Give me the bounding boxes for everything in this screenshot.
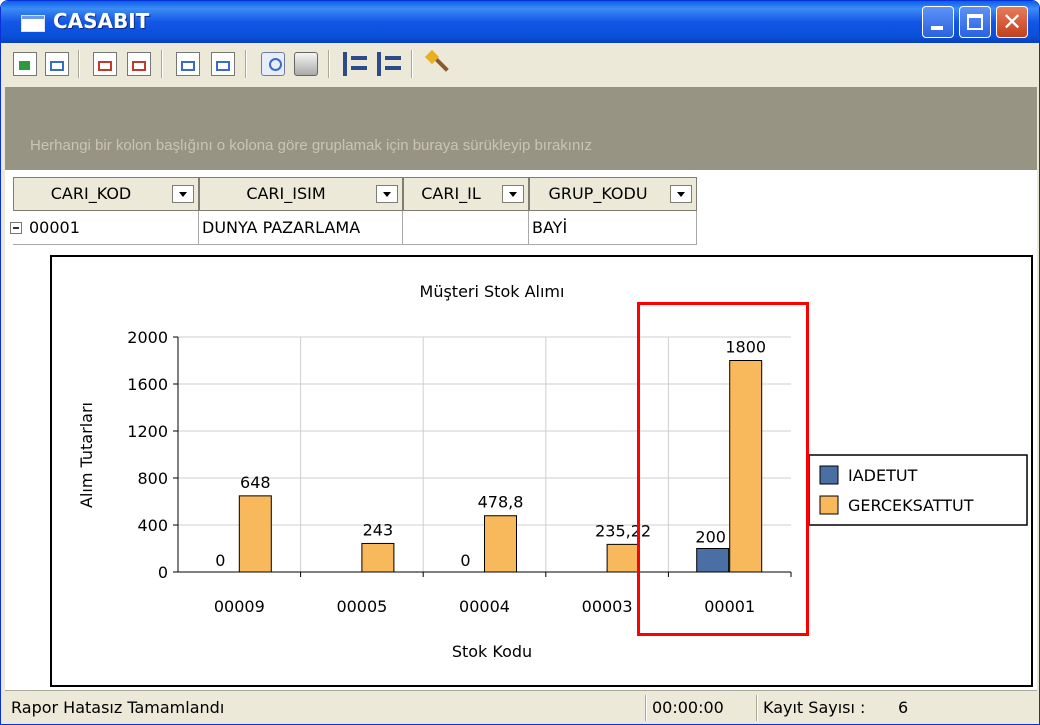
y-tick-label: 800 xyxy=(137,469,168,488)
app-window-icon xyxy=(21,15,45,32)
window-title: CASABIT xyxy=(53,9,150,33)
y-tick-label: 0 xyxy=(158,563,168,582)
data-label-iadetut: 0 xyxy=(460,551,470,570)
column-header-label: CARI_IL xyxy=(421,184,481,203)
legend-label: IADETUT xyxy=(848,466,918,485)
layout-icon[interactable] xyxy=(176,52,200,76)
magic-wand-icon[interactable] xyxy=(427,52,451,76)
close-icon: ✕ xyxy=(1001,8,1023,36)
bar-gerceksattut xyxy=(606,543,640,573)
legend-swatch xyxy=(819,465,839,485)
bar-gerceksattut xyxy=(238,495,272,573)
y-tick-label: 2000 xyxy=(127,328,168,347)
bar-gerceksattut xyxy=(361,542,395,573)
column-header-cari-kod[interactable]: CARI_KOD xyxy=(13,177,199,211)
cell-cari-il[interactable] xyxy=(403,211,529,245)
x-tick-label: 00009 xyxy=(214,597,265,616)
cell-cari-isim[interactable]: DUNYA PAZARLAMA xyxy=(199,211,403,245)
column-header-grup-kodu[interactable]: GRUP_KODU xyxy=(529,177,697,211)
toolbar xyxy=(5,43,1037,87)
x-tick-label: 00003 xyxy=(582,597,633,616)
export-icon[interactable] xyxy=(13,52,37,76)
column-header-label: GRUP_KODU xyxy=(548,184,648,203)
y-tick-label: 400 xyxy=(137,516,168,535)
record-count-label: Kayıt Sayısı : xyxy=(763,698,866,717)
report-copy-icon[interactable] xyxy=(127,52,151,76)
legend-swatch xyxy=(819,495,839,515)
column-header-label: CARI_KOD xyxy=(50,184,132,203)
toolbar-separator xyxy=(245,50,247,78)
layout-alt-icon[interactable] xyxy=(211,52,235,76)
bar-gerceksattut xyxy=(484,515,517,573)
maximize-icon xyxy=(967,14,983,30)
group-by-panel[interactable] xyxy=(5,87,1037,170)
minimize-button[interactable] xyxy=(922,6,954,38)
tree-collapse-icon[interactable] xyxy=(343,52,367,76)
elapsed-time: 00:00:00 xyxy=(652,698,724,717)
tree-expand-icon[interactable] xyxy=(377,52,401,76)
data-label-iadetut: 0 xyxy=(215,551,225,570)
data-label-gerceksattut: 478,8 xyxy=(478,493,524,512)
filter-dropdown-icon[interactable] xyxy=(670,185,692,203)
chart-title: Müşteri Stok Alımı xyxy=(420,282,565,301)
report-icon[interactable] xyxy=(93,52,117,76)
group-by-hint: Herhangi bir kolon başlığını o kolona gö… xyxy=(30,137,592,154)
chart-panel: Müşteri Stok Alımı Stok Kodu Alım Tutarlar… xyxy=(50,255,1033,687)
x-tick-label: 00005 xyxy=(336,597,387,616)
column-header-label: CARI_ISIM xyxy=(246,184,326,203)
record-count: 6 xyxy=(898,698,909,717)
printer-icon[interactable] xyxy=(294,52,318,76)
data-label-gerceksattut: 243 xyxy=(363,520,394,539)
filter-dropdown-icon[interactable] xyxy=(172,185,194,203)
import-icon[interactable] xyxy=(45,52,69,76)
print-preview-icon[interactable] xyxy=(261,52,285,76)
toolbar-separator xyxy=(411,50,413,78)
cell-cari-kod[interactable]: 00001 xyxy=(13,211,199,245)
filter-dropdown-icon[interactable] xyxy=(376,185,398,203)
minimize-icon xyxy=(931,26,943,30)
filter-dropdown-icon[interactable] xyxy=(502,185,524,203)
close-button[interactable]: ✕ xyxy=(996,6,1028,38)
x-tick-label: 00004 xyxy=(459,597,510,616)
maximize-button[interactable] xyxy=(959,6,991,38)
toolbar-separator xyxy=(328,50,330,78)
toolbar-separator xyxy=(161,50,163,78)
status-bar: Rapor Hatasız Tamamlandı 00:00:00 Kayıt … xyxy=(5,690,1037,724)
title-bar[interactable]: CASABIT ✕ xyxy=(1,1,1039,43)
column-header-cari-isim[interactable]: CARI_ISIM xyxy=(199,177,403,211)
column-header-cari-il[interactable]: CARI_IL xyxy=(403,177,529,211)
cell-grup-kodu[interactable]: BAYİ xyxy=(529,211,697,245)
data-label-gerceksattut: 648 xyxy=(240,473,271,492)
status-separator xyxy=(756,695,758,721)
y-axis-title: Alım Tutarları xyxy=(77,402,96,508)
y-tick-label: 1200 xyxy=(127,422,168,441)
status-separator xyxy=(645,695,647,721)
legend-label: GERCEKSATTUT xyxy=(848,496,974,515)
status-message: Rapor Hatasız Tamamlandı xyxy=(11,698,225,717)
app-window: CASABIT ✕ Herhangi bir kolon başlığını o… xyxy=(0,0,1040,725)
x-axis-title: Stok Kodu xyxy=(452,642,532,661)
toolbar-separator xyxy=(78,50,80,78)
y-tick-label: 1600 xyxy=(127,375,168,394)
bar-chart: Müşteri Stok Alımı Stok Kodu Alım Tutarlar… xyxy=(77,282,1028,661)
highlight-box xyxy=(637,302,809,636)
